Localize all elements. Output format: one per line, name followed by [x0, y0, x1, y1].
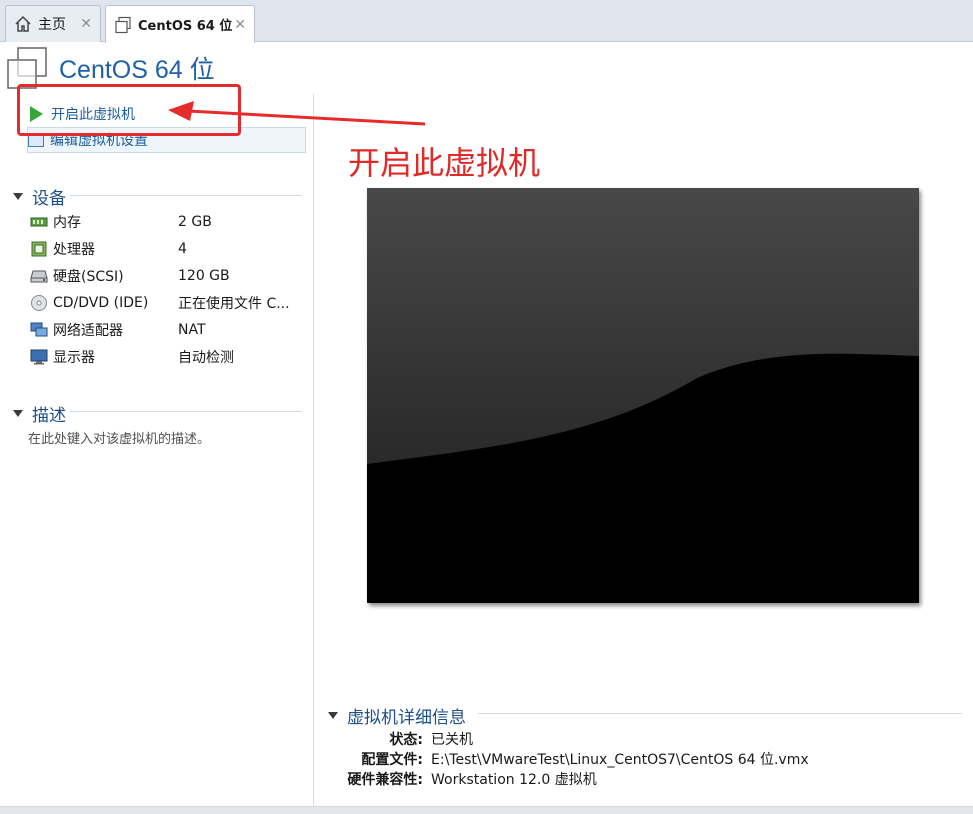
detail-value: 已关机	[431, 732, 473, 748]
tab-vm[interactable]: CentOS 64 位 ✕	[105, 5, 255, 43]
device-row-processor[interactable]: 处理器 4	[30, 238, 187, 260]
detail-key: 状态:	[389, 732, 423, 748]
home-icon	[15, 15, 31, 32]
collapse-triangle-icon	[13, 193, 23, 200]
virtual-machine-icon	[115, 16, 131, 33]
detail-value: Workstation 12.0 虚拟机	[431, 772, 597, 788]
detail-row-config-file: 配置文件: E:\Test\VMwareTest\Linux_CentOS7\C…	[326, 749, 809, 769]
device-value: 2 GB	[178, 214, 212, 230]
description-section-title: 描述	[32, 406, 66, 426]
section-divider	[478, 713, 962, 714]
device-row-hard-disk[interactable]: 硬盘(SCSI) 120 GB	[30, 265, 230, 287]
section-divider	[70, 411, 302, 412]
details-section-toggle[interactable]: 虚拟机详细信息	[328, 703, 466, 728]
tab-home[interactable]: 主页 ✕	[5, 5, 101, 42]
vm-preview-graphic	[367, 188, 919, 603]
device-row-memory[interactable]: 内存 2 GB	[30, 211, 212, 233]
device-value: 4	[178, 241, 187, 257]
description-section-toggle[interactable]: 描述	[13, 401, 66, 426]
device-name: CD/DVD (IDE)	[53, 295, 149, 311]
device-value: NAT	[178, 322, 206, 338]
processor-icon	[31, 241, 47, 257]
close-icon[interactable]: ✕	[234, 17, 246, 33]
detail-value: E:\Test\VMwareTest\Linux_CentOS7\CentOS …	[431, 752, 809, 768]
collapse-triangle-icon	[13, 410, 23, 417]
tab-bar: 主页 ✕ CentOS 64 位 ✕	[0, 0, 973, 43]
tab-vm-label: CentOS 64 位	[138, 19, 233, 34]
device-name: 处理器	[53, 242, 95, 258]
device-row-cd-dvd[interactable]: CD/DVD (IDE) 正在使用文件 C...	[30, 292, 290, 314]
network-adapter-icon	[30, 322, 48, 337]
display-icon	[30, 349, 48, 365]
device-value: 正在使用文件 C...	[178, 296, 290, 312]
annotation-label: 开启此虚拟机	[348, 145, 541, 181]
tab-home-label: 主页	[38, 17, 66, 33]
devices-section-title: 设备	[32, 189, 66, 209]
page-title: CentOS 64 位	[59, 56, 215, 84]
device-row-display[interactable]: 显示器 自动检测	[30, 346, 234, 368]
cd-dvd-icon	[31, 295, 47, 311]
vm-screen-preview[interactable]	[367, 188, 919, 603]
hard-disk-icon	[30, 270, 48, 283]
memory-icon	[30, 217, 48, 227]
device-name: 显示器	[53, 350, 95, 366]
detail-key: 配置文件:	[361, 752, 423, 768]
devices-section-toggle[interactable]: 设备	[13, 184, 66, 209]
detail-row-hardware-compatibility: 硬件兼容性: Workstation 12.0 虚拟机	[326, 769, 597, 789]
device-name: 硬盘(SCSI)	[53, 269, 124, 285]
collapse-triangle-icon	[328, 712, 338, 719]
section-divider	[70, 195, 302, 196]
detail-row-status: 状态: 已关机	[326, 729, 473, 749]
detail-key: 硬件兼容性:	[347, 772, 423, 788]
close-icon[interactable]: ✕	[80, 16, 92, 32]
device-name: 网络适配器	[53, 323, 123, 339]
device-value: 120 GB	[178, 268, 230, 284]
description-input[interactable]: 在此处键入对该虚拟机的描述。	[28, 428, 210, 447]
device-row-network-adapter[interactable]: 网络适配器 NAT	[30, 319, 206, 341]
device-value: 自动检测	[178, 350, 234, 366]
details-section-title: 虚拟机详细信息	[347, 708, 466, 728]
annotation-arrow-icon	[168, 101, 426, 126]
device-name: 内存	[53, 215, 81, 231]
